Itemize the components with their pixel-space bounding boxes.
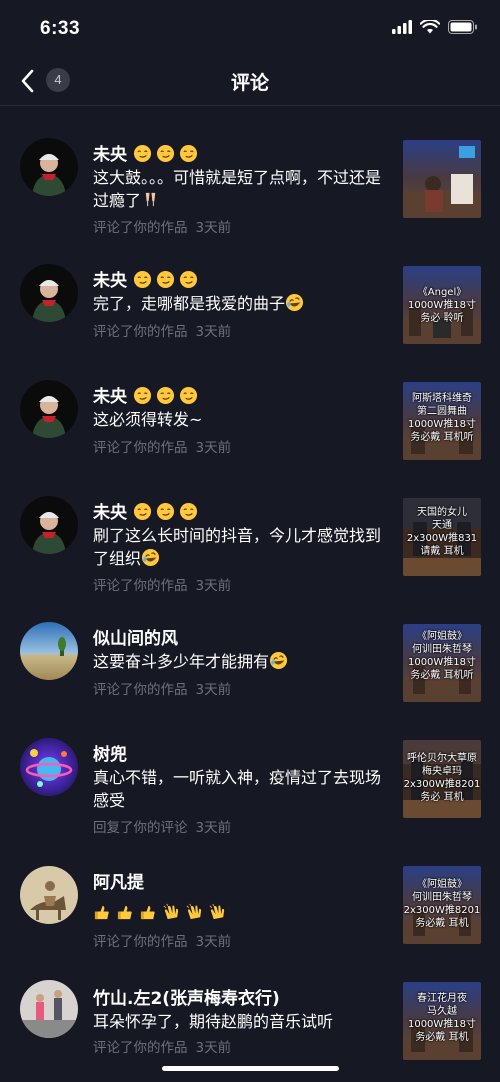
avatar[interactable] <box>20 380 78 438</box>
comment-text: 这大鼓。。。可惜就是短了点啊，不过还是过瘾了 <box>93 168 382 210</box>
status-icons <box>392 20 478 34</box>
thumbnail-caption: 天国的女儿 天通 2x300W推831 请戴 耳机 <box>406 507 478 557</box>
battery-icon <box>448 20 477 34</box>
video-thumbnail[interactable]: 《阿姐鼓》 何训田朱哲琴 1000W推18寸 务必戴 耳机听 <box>403 624 481 702</box>
comment-text <box>93 902 393 925</box>
comment-meta: 评论了你的作品 3天前 <box>93 220 232 236</box>
comment-author[interactable]: 阿凡提 <box>93 868 144 893</box>
nav-bar: 4 评论 <box>0 58 500 106</box>
avatar[interactable] <box>20 866 78 924</box>
comment-author[interactable]: 树兜 <box>93 740 127 765</box>
comment-item[interactable]: 未央 这大鼓。。。可惜就是短了点啊，不过还是过瘾了 评论了你的作品 3天前 <box>0 128 500 238</box>
smirk-emoji-icon <box>133 270 202 291</box>
avatar[interactable] <box>20 496 78 554</box>
rofl-emoji-icon <box>141 548 164 568</box>
status-time: 6:33 <box>40 18 81 39</box>
comment-item[interactable]: 竹山.左2(张声梅寿衣行) 耳朵怀孕了，期待赵鹏的音乐试听 评论了你的作品 3天前… <box>0 974 500 1074</box>
wifi-icon <box>420 20 440 34</box>
comment-item[interactable]: 阿凡提 评论了你的作品 3天前 《阿姐鼓》 何训田朱哲琴 2x300W推8201 … <box>0 864 500 964</box>
comment-meta: 回复了你的评论 3天前 <box>93 820 232 836</box>
comment-item[interactable]: 未央 完了，走哪都是我爱的曲子 评论了你的作品 3天前 《Angel》 1000W… <box>0 254 500 354</box>
status-bar: 6:33 <box>0 0 500 58</box>
comment-author[interactable]: 未央 <box>93 266 202 291</box>
comment-meta: 评论了你的作品 3天前 <box>93 934 232 950</box>
avatar[interactable] <box>20 738 78 796</box>
comment-meta: 评论了你的作品 3天前 <box>93 682 232 698</box>
video-thumbnail[interactable]: 呼伦贝尔大草原 梅央卓玛 2x300W推8201 务必 耳机 <box>403 740 481 818</box>
comment-item[interactable]: 未央 这必须得转发~ 评论了你的作品 3天前 阿斯塔科维奇 第二圆舞曲 1000W… <box>0 370 500 470</box>
comment-meta: 评论了你的作品 3天前 <box>93 578 232 594</box>
smirk-emoji-icon <box>133 144 202 165</box>
comment-author[interactable]: 似山间的风 <box>93 624 178 649</box>
thumbnail-caption: 阿斯塔科维奇 第二圆舞曲 1000W推18寸 务必戴 耳机听 <box>407 393 477 443</box>
signal-icon <box>392 20 412 34</box>
comment-meta: 评论了你的作品 3天前 <box>93 440 232 456</box>
avatar[interactable] <box>20 138 78 196</box>
avatar[interactable] <box>20 264 78 322</box>
thumbs-clap-row-emoji-icon <box>93 903 231 923</box>
thumbnail-caption: 《阿姐鼓》 何训田朱哲琴 1000W推18寸 务必戴 耳机听 <box>407 631 477 681</box>
smirk-emoji-icon <box>133 502 202 523</box>
video-thumbnail[interactable] <box>403 140 481 218</box>
comment-item[interactable]: 树兜 真心不错，一听就入神，疫情过了去现场感受 回复了你的评论 3天前 呼伦贝尔大… <box>0 728 500 848</box>
smirk-emoji-icon <box>133 386 202 407</box>
comment-text: 刷了这么长时间的抖音，今儿才感觉找到了组织 <box>93 526 382 568</box>
thumbnail-caption: 春江花月夜 马久越 1000W推18寸 务必戴 耳机 <box>407 993 477 1043</box>
rofl-emoji-icon <box>285 293 308 313</box>
thumbnail-caption: 呼伦贝尔大草原 梅央卓玛 2x300W推8201 务必 耳机 <box>403 753 481 803</box>
avatar[interactable] <box>20 980 78 1038</box>
comment-meta: 评论了你的作品 3天前 <box>93 324 232 340</box>
video-thumbnail[interactable]: 《Angel》 1000W推18寸 务必 聆听 <box>403 266 481 344</box>
comment-text: 完了，走哪都是我爱的曲子 <box>93 292 393 315</box>
home-indicator[interactable] <box>162 1066 339 1071</box>
page-title: 评论 <box>230 72 269 94</box>
comment-item[interactable]: 未央 刷了这么长时间的抖音，今儿才感觉找到了组织 评论了你的作品 3天前 天国的女… <box>0 486 500 596</box>
comment-author[interactable]: 未央 <box>93 140 202 165</box>
comment-item[interactable]: 似山间的风 这要奋斗多少年才能拥有 评论了你的作品 3天前 《阿姐鼓》 何训田朱哲… <box>0 612 500 712</box>
video-thumbnail[interactable]: 阿斯塔科维奇 第二圆舞曲 1000W推18寸 务必戴 耳机听 <box>403 382 481 460</box>
comment-author[interactable]: 未央 <box>93 382 202 407</box>
clinking-glasses-emoji-icon <box>141 191 164 210</box>
comment-meta: 评论了你的作品 3天前 <box>93 1040 232 1056</box>
thumbnail-caption: 《阿姐鼓》 何训田朱哲琴 2x300W推8201 务必戴 耳机 <box>403 879 481 929</box>
video-thumbnail[interactable]: 春江花月夜 马久越 1000W推18寸 务必戴 耳机 <box>403 982 481 1060</box>
rofl-emoji-icon <box>269 651 292 671</box>
comment-text: 这要奋斗多少年才能拥有 <box>93 650 393 673</box>
comment-text: 真心不错，一听就入神，疫情过了去现场感受 <box>93 768 382 810</box>
comment-text: 这必须得转发~ <box>93 410 203 429</box>
video-thumbnail[interactable]: 《阿姐鼓》 何训田朱哲琴 2x300W推8201 务必戴 耳机 <box>403 866 481 944</box>
comment-author[interactable]: 竹山.左2(张声梅寿衣行) <box>93 984 280 1009</box>
thumbnail-caption: 《Angel》 1000W推18寸 务必 聆听 <box>407 287 477 324</box>
comment-text: 耳朵怀孕了，期待赵鹏的音乐试听 <box>93 1012 334 1031</box>
video-thumbnail[interactable]: 天国的女儿 天通 2x300W推831 请戴 耳机 <box>403 498 481 576</box>
avatar[interactable] <box>20 622 78 680</box>
comment-author[interactable]: 未央 <box>93 498 202 523</box>
